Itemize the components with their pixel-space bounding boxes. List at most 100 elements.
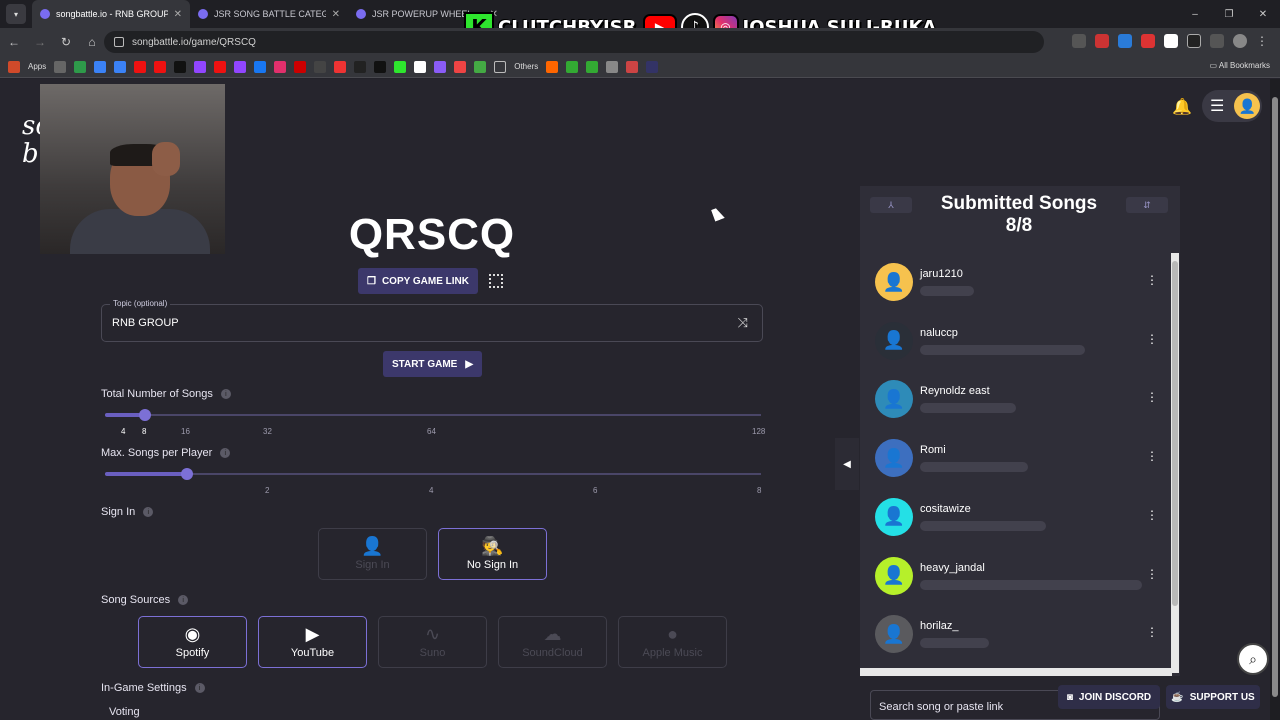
bookmark-icon[interactable]	[334, 60, 347, 73]
bookmark-icon[interactable]	[546, 60, 559, 73]
start-game-button[interactable]: START GAME ▶	[383, 351, 482, 377]
bookmark-icon[interactable]	[54, 60, 67, 73]
folder-icon[interactable]	[494, 60, 507, 73]
topic-value[interactable]: RNB GROUP	[112, 317, 179, 329]
max-songs-track[interactable]	[105, 473, 761, 475]
bookmark-icon[interactable]	[154, 60, 167, 73]
player-row[interactable]: 👤 naluccp ⋮	[860, 312, 1172, 370]
bookmark-icon[interactable]	[626, 60, 639, 73]
pdf-icon[interactable]	[1141, 34, 1155, 48]
player-row[interactable]: 👤 horilaz_ ⋮	[860, 605, 1172, 663]
bookmark-icon[interactable]	[234, 60, 247, 73]
info-icon[interactable]: i	[143, 507, 154, 517]
info-icon[interactable]: i	[220, 389, 231, 399]
bookmark-icon[interactable]	[214, 60, 227, 73]
player-list-scrollbar[interactable]	[1171, 253, 1179, 673]
kebab-menu-icon[interactable]: ⋮	[1146, 625, 1158, 639]
reload-icon[interactable]: ↻	[54, 35, 78, 49]
join-discord-button[interactable]: ◙ JOIN DISCORD	[1058, 685, 1160, 709]
copy-game-link-button[interactable]: ❐ COPY GAME LINK	[358, 268, 478, 294]
bookmark-icon[interactable]	[134, 60, 147, 73]
back-icon[interactable]: ←	[2, 35, 26, 49]
sign-in-option[interactable]: 👤 Sign In	[318, 528, 427, 580]
profile-icon[interactable]	[1233, 34, 1247, 48]
bookmark-icon[interactable]	[586, 60, 599, 73]
collapse-panel-button[interactable]: ◀	[835, 438, 859, 490]
player-row[interactable]: 👤 jaru1210 ⋮	[860, 253, 1172, 311]
close-tab-icon[interactable]: ✕	[332, 9, 340, 20]
bookmark-icon[interactable]	[474, 60, 487, 73]
max-songs-slider-thumb[interactable]	[181, 468, 193, 480]
puzzle-icon[interactable]	[1210, 34, 1224, 48]
kebab-menu-icon[interactable]: ⋮	[1146, 390, 1158, 404]
kebab-menu-icon[interactable]: ⋮	[1146, 332, 1158, 346]
extension-icon[interactable]	[1095, 34, 1109, 48]
bookmark-icon[interactable]	[434, 60, 447, 73]
extension-icon[interactable]	[1187, 34, 1201, 48]
site-info-icon[interactable]	[114, 37, 124, 47]
bookmark-icon[interactable]	[414, 60, 427, 73]
extension-icon[interactable]	[1118, 34, 1132, 48]
bookmark-icon[interactable]	[254, 60, 267, 73]
source-youtube[interactable]: ▶ YouTube	[258, 616, 367, 668]
bookmark-icon[interactable]	[454, 60, 467, 73]
hamburger-icon[interactable]: ☰	[1210, 96, 1224, 116]
player-row[interactable]: 👤 Romi ⋮	[860, 429, 1172, 487]
qr-code-icon[interactable]	[489, 274, 503, 288]
kebab-menu-icon[interactable]: ⋮	[1146, 567, 1158, 581]
bookmark-icon[interactable]	[374, 60, 387, 73]
bookmark-icon[interactable]	[114, 60, 127, 73]
player-row[interactable]: 👤 heavy_jandal ⋮	[860, 547, 1172, 605]
bookmark-icon[interactable]	[274, 60, 287, 73]
bookmark-icon[interactable]	[174, 60, 187, 73]
page-scrollbar[interactable]	[1270, 79, 1280, 720]
source-spotify[interactable]: ◉ Spotify	[138, 616, 247, 668]
extension-icon[interactable]	[1164, 34, 1178, 48]
browser-tab[interactable]: songbattle.io - RNB GROUP ✕	[32, 0, 190, 28]
topic-field[interactable]: Topic (optional) RNB GROUP ⤨	[101, 299, 763, 342]
notification-bell-icon[interactable]: 🔔	[1172, 97, 1192, 117]
bookmark-icon[interactable]	[394, 60, 407, 73]
total-songs-track[interactable]	[105, 414, 761, 416]
all-bookmarks[interactable]: ▭ All Bookmarks	[1210, 61, 1270, 70]
total-songs-slider-thumb[interactable]	[139, 409, 151, 421]
bookmark-icon[interactable]	[194, 60, 207, 73]
bookmark-icon[interactable]	[74, 60, 87, 73]
tab-search-button[interactable]: ▾	[6, 4, 26, 24]
home-icon[interactable]: ⌂	[80, 35, 104, 49]
zoom-lens-icon[interactable]: ⌕	[1237, 643, 1269, 675]
kebab-menu-icon[interactable]: ⋮	[1256, 34, 1270, 48]
info-icon[interactable]: i	[178, 595, 189, 605]
source-suno[interactable]: ∿ Suno	[378, 616, 487, 668]
url-field[interactable]: songbattle.io/game/QRSCQ	[104, 31, 1044, 53]
info-icon[interactable]: i	[220, 448, 231, 458]
close-tab-icon[interactable]: ✕	[174, 9, 182, 20]
bookmark-others[interactable]: Others	[514, 62, 538, 71]
close-icon[interactable]: ✕	[1246, 0, 1280, 28]
minimize-icon[interactable]: –	[1178, 0, 1212, 28]
bookmark-icon[interactable]	[294, 60, 307, 73]
scrollbar-thumb[interactable]	[1172, 261, 1178, 606]
user-menu[interactable]: ☰ 👤	[1202, 90, 1262, 122]
restore-icon[interactable]: ❐	[1212, 0, 1246, 28]
shuffle-icon[interactable]: ⤨	[738, 315, 748, 331]
player-row[interactable]: 👤 Reynoldz east ⋮	[860, 370, 1172, 428]
player-row[interactable]: 👤 cositawize ⋮	[860, 488, 1172, 546]
bookmark-icon[interactable]	[646, 60, 659, 73]
apps-icon[interactable]	[8, 60, 20, 73]
user-avatar-icon[interactable]: 👤	[1234, 93, 1261, 119]
player-list-hscrollbar[interactable]	[860, 668, 1172, 676]
bookmark-icon[interactable]	[566, 60, 579, 73]
bookmark-icon[interactable]	[606, 60, 619, 73]
bookmark-icon[interactable]	[354, 60, 367, 73]
source-soundcloud[interactable]: ☁ SoundCloud	[498, 616, 607, 668]
kebab-menu-icon[interactable]: ⋮	[1146, 273, 1158, 287]
kebab-menu-icon[interactable]: ⋮	[1146, 508, 1158, 522]
bookmark-icon[interactable]	[314, 60, 327, 73]
no-sign-in-option[interactable]: 🕵 No Sign In	[438, 528, 547, 580]
bookmark-icon[interactable]	[94, 60, 107, 73]
forward-icon[interactable]: →	[28, 35, 52, 49]
support-us-button[interactable]: ☕ SUPPORT US	[1166, 685, 1260, 709]
scrollbar-thumb[interactable]	[1272, 97, 1278, 697]
bookmark-apps[interactable]: Apps	[28, 62, 46, 71]
